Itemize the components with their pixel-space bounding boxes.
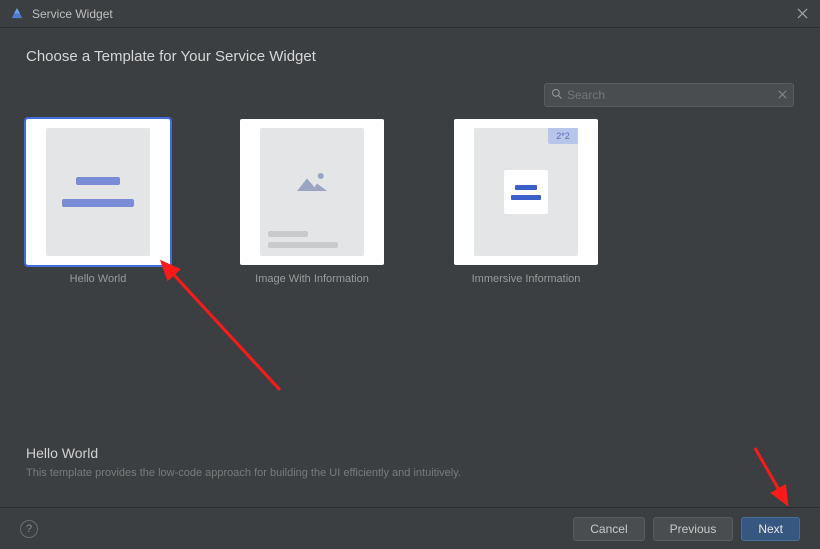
template-grid: Hello World Image With In bbox=[26, 119, 794, 285]
window-title: Service Widget bbox=[32, 7, 794, 21]
preview-line bbox=[62, 199, 134, 207]
next-button[interactable]: Next bbox=[741, 517, 800, 541]
preview-line bbox=[515, 185, 537, 190]
template-label: Image With Information bbox=[255, 273, 369, 285]
titlebar: Service Widget bbox=[0, 0, 820, 28]
preview-line bbox=[76, 177, 120, 185]
search-row bbox=[26, 83, 794, 107]
search-icon bbox=[551, 88, 563, 103]
template-card-immersive-information[interactable]: 2*2 Immersive Information bbox=[454, 119, 598, 285]
cancel-button[interactable]: Cancel bbox=[573, 517, 644, 541]
selected-template-title: Hello World bbox=[26, 445, 794, 461]
image-info-preview bbox=[260, 128, 364, 256]
app-logo-icon bbox=[10, 7, 24, 21]
template-thumb bbox=[26, 119, 170, 265]
page-heading: Choose a Template for Your Service Widge… bbox=[26, 48, 794, 65]
footer: ? Cancel Previous Next bbox=[0, 507, 820, 549]
template-card-hello-world[interactable]: Hello World bbox=[26, 119, 170, 285]
hello-world-preview bbox=[46, 128, 150, 256]
preview-line bbox=[511, 195, 541, 200]
preview-line bbox=[268, 242, 338, 248]
selected-template-description: This template provides the low-code appr… bbox=[26, 467, 794, 479]
preview-panel bbox=[504, 170, 548, 214]
help-icon[interactable]: ? bbox=[20, 520, 38, 538]
content-area: Choose a Template for Your Service Widge… bbox=[0, 28, 820, 285]
clear-search-icon[interactable] bbox=[778, 88, 787, 102]
search-box[interactable] bbox=[544, 83, 794, 107]
search-input[interactable] bbox=[567, 88, 778, 102]
size-badge: 2*2 bbox=[548, 128, 578, 144]
template-thumb: 2*2 bbox=[454, 119, 598, 265]
previous-button[interactable]: Previous bbox=[653, 517, 734, 541]
template-label: Immersive Information bbox=[472, 273, 581, 285]
template-thumb bbox=[240, 119, 384, 265]
close-icon[interactable] bbox=[794, 6, 810, 22]
preview-line bbox=[268, 231, 308, 237]
description-block: Hello World This template provides the l… bbox=[26, 445, 794, 479]
template-label: Hello World bbox=[70, 273, 127, 285]
template-card-image-with-information[interactable]: Image With Information bbox=[240, 119, 384, 285]
image-placeholder-icon bbox=[268, 136, 356, 225]
immersive-preview: 2*2 bbox=[474, 128, 578, 256]
